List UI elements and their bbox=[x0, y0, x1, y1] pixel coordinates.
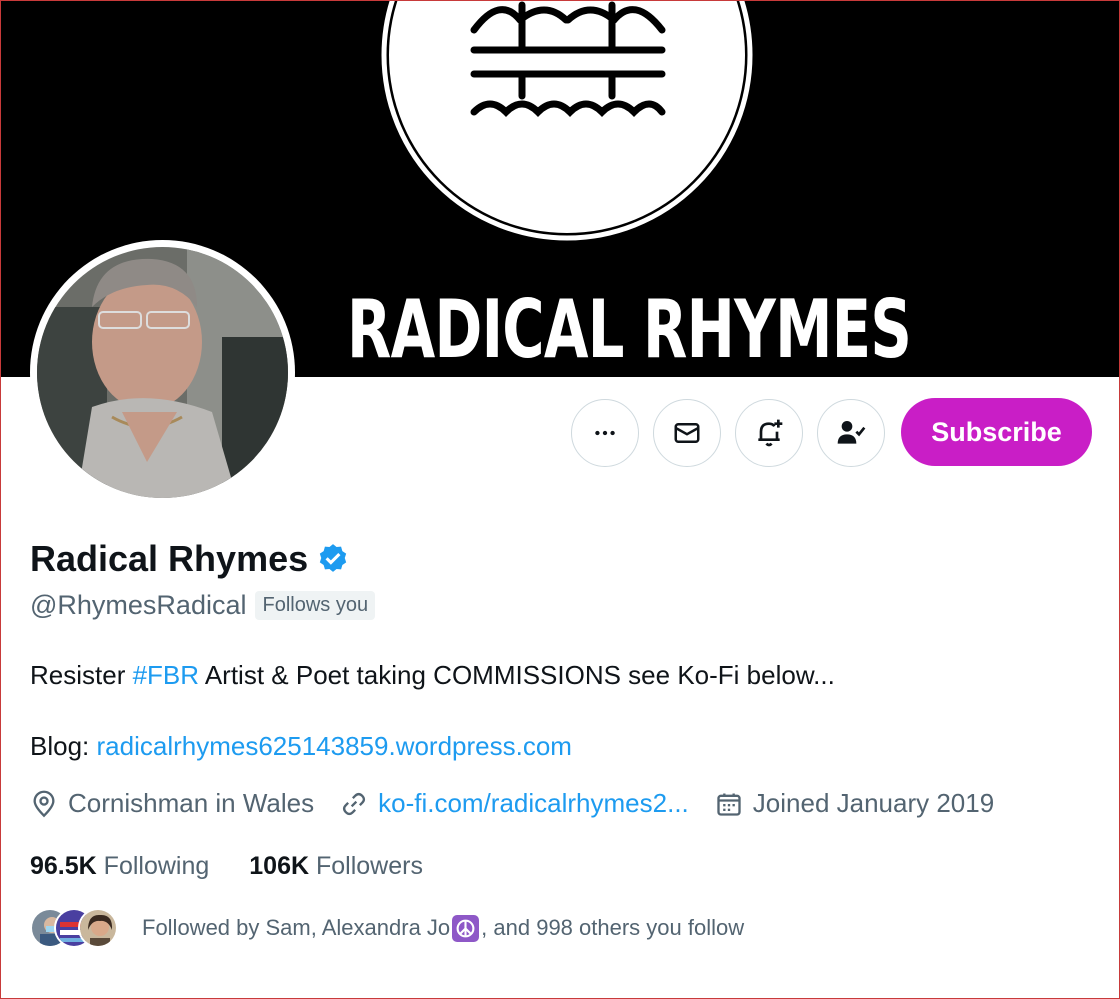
blog-label: Blog: bbox=[30, 731, 97, 761]
more-icon bbox=[595, 430, 615, 436]
mutual-avatar bbox=[78, 908, 118, 948]
followers-stat[interactable]: 106K Followers bbox=[249, 852, 423, 881]
verified-badge-icon[interactable] bbox=[316, 542, 350, 576]
location-item: Cornishman in Wales bbox=[30, 788, 314, 819]
banner-title: RADICAL RHYMES bbox=[347, 283, 912, 376]
followers-label: Followers bbox=[316, 852, 423, 880]
following-stat[interactable]: 96.5K Following bbox=[30, 852, 209, 881]
hashtag-link[interactable]: #FBR bbox=[133, 660, 199, 690]
link-icon bbox=[343, 792, 366, 815]
mutual-avatars bbox=[30, 906, 142, 950]
avatar-photo bbox=[37, 247, 288, 498]
message-button[interactable] bbox=[653, 399, 721, 467]
calendar-icon bbox=[717, 793, 741, 816]
following-button[interactable] bbox=[817, 399, 885, 467]
mail-icon bbox=[674, 423, 700, 443]
joined-text: Joined January 2019 bbox=[752, 788, 995, 818]
bio-text-post: Artist & Poet taking COMMISSIONS see Ko-… bbox=[199, 660, 835, 690]
notify-button[interactable] bbox=[735, 399, 803, 467]
display-name: Radical Rhymes bbox=[30, 538, 350, 580]
bio-blog-line: Blog: radicalrhymes625143859.wordpress.c… bbox=[30, 731, 572, 762]
location-text: Cornishman in Wales bbox=[68, 788, 315, 818]
bell-plus-icon bbox=[758, 419, 783, 447]
website-link[interactable]: ko-fi.com/radicalrhymes2... bbox=[378, 788, 689, 819]
following-label: Following bbox=[103, 852, 210, 880]
blog-link[interactable]: radicalrhymes625143859.wordpress.com bbox=[97, 731, 572, 761]
profile-avatar[interactable] bbox=[30, 240, 295, 505]
joined-item: Joined January 2019 bbox=[715, 788, 994, 819]
followed-by-pre: Followed by Sam, Alexandra Jo bbox=[142, 915, 451, 940]
followed-by-post: , and 998 others you follow bbox=[481, 915, 745, 940]
location-pin-icon bbox=[33, 790, 55, 817]
more-button[interactable] bbox=[571, 399, 639, 467]
following-count: 96.5K bbox=[30, 852, 97, 880]
followed-by-row[interactable]: Followed by Sam, Alexandra Jo , and 998 … bbox=[30, 906, 744, 950]
peace-emoji-icon bbox=[452, 914, 480, 942]
bio-text-pre: Resister bbox=[30, 660, 133, 690]
profile-meta: Cornishman in Wales ko-fi.com/radicalrhy… bbox=[30, 788, 1020, 819]
followers-count: 106K bbox=[249, 852, 310, 880]
follow-stats: 96.5K Following 106K Followers bbox=[30, 852, 463, 881]
subscribe-button[interactable]: Subscribe bbox=[901, 398, 1092, 466]
website-item: ko-fi.com/radicalrhymes2... bbox=[340, 788, 689, 819]
bio: Resister #FBR Artist & Poet taking COMMI… bbox=[30, 657, 835, 693]
followed-by-text: Followed by Sam, Alexandra Jo , and 998 … bbox=[142, 914, 745, 942]
display-name-text: Radical Rhymes bbox=[30, 538, 309, 579]
follows-you-badge: Follows you bbox=[255, 591, 376, 620]
person-check-icon bbox=[837, 421, 866, 444]
handle-row: @RhymesRadical Follows you bbox=[30, 590, 376, 621]
handle: @RhymesRadical bbox=[30, 590, 247, 620]
